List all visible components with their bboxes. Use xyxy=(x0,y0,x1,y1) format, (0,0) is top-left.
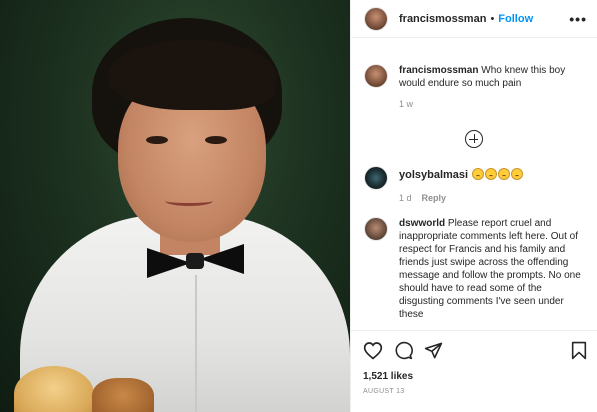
post-header: francismossman • Follow ••• xyxy=(351,0,597,38)
comment-age[interactable]: 1 w xyxy=(399,99,413,109)
more-options-icon[interactable]: ••• xyxy=(569,11,587,27)
comment-meta: 1 d Reply xyxy=(399,193,589,203)
comment-text: francismossman Who knew this boy would e… xyxy=(399,64,589,90)
photo-eye-right xyxy=(205,136,227,144)
photo-mouth xyxy=(165,196,213,206)
author-username[interactable]: francismossman xyxy=(399,13,486,25)
share-icon[interactable] xyxy=(424,341,443,360)
crying-face-emoji-icon xyxy=(498,168,511,180)
comment-username[interactable]: yolsybalmasi xyxy=(399,169,468,181)
comment-age[interactable]: 1 d xyxy=(399,193,412,203)
photo-eye-left xyxy=(146,136,168,144)
comments-list[interactable]: francismossman Who knew this boy would e… xyxy=(364,52,589,328)
comment-username[interactable]: dswworld xyxy=(399,218,445,229)
header-separator: • xyxy=(490,12,495,25)
commenter-avatar[interactable] xyxy=(364,64,388,88)
heart-icon[interactable] xyxy=(363,341,383,360)
comment-meta: 1 w xyxy=(399,99,589,109)
action-bar xyxy=(363,339,587,361)
crying-face-emoji-icon xyxy=(485,168,498,180)
comment-username[interactable]: francismossman xyxy=(399,65,478,76)
follow-button[interactable]: Follow xyxy=(498,13,533,25)
photo-pastry xyxy=(92,378,154,412)
photo-bowtie-left xyxy=(147,248,191,278)
author-avatar[interactable] xyxy=(364,6,388,31)
post-photo[interactable] xyxy=(0,0,350,412)
load-more-comments-icon[interactable] xyxy=(465,130,483,148)
likes-count[interactable]: 1,521 likes xyxy=(363,371,587,382)
comment-text: dswworld Please report cruel and inappro… xyxy=(399,217,589,321)
reply-button[interactable]: Reply xyxy=(422,193,447,203)
caption-comment: francismossman Who knew this boy would e… xyxy=(364,64,589,109)
photo-fringe xyxy=(108,40,276,110)
post-date[interactable]: AUGUST 13 xyxy=(363,388,587,395)
comment-body: Please report cruel and inappropriate co… xyxy=(399,218,581,320)
comment: dswworld Please report cruel and inappro… xyxy=(364,217,589,321)
photo-bowtie-right xyxy=(200,244,244,274)
post-actions: 1,521 likes AUGUST 13 xyxy=(351,330,597,412)
bookmark-icon[interactable] xyxy=(571,341,587,360)
comment-text: yolsybalmasi xyxy=(399,166,589,184)
commenter-avatar[interactable] xyxy=(364,217,388,241)
crying-face-emoji-icon xyxy=(472,168,485,180)
comment-icon[interactable] xyxy=(394,341,413,360)
post-side-panel: francismossman • Follow ••• francismossm… xyxy=(350,0,597,412)
comment: yolsybalmasi 1 d Reply xyxy=(364,166,589,203)
crying-face-emoji-icon xyxy=(511,168,524,180)
commenter-avatar[interactable] xyxy=(364,166,388,190)
photo-shirt-placket xyxy=(195,275,197,412)
photo-bowtie-knot xyxy=(186,253,204,269)
